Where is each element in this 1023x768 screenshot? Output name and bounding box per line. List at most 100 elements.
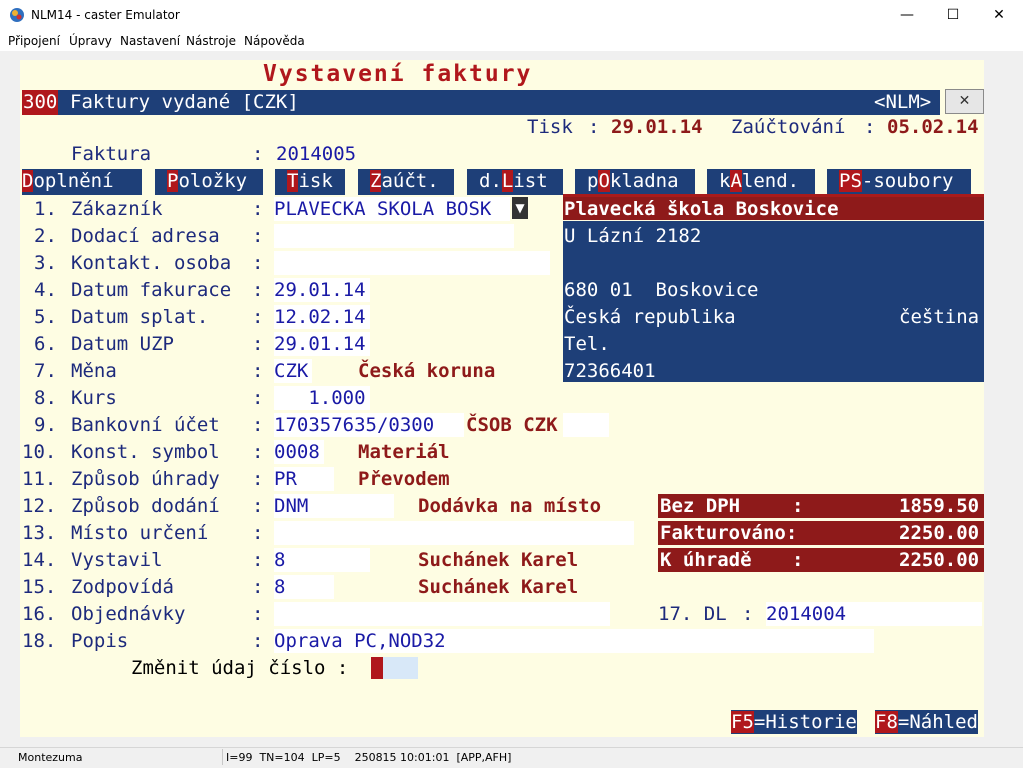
- field-num: 3.: [34, 252, 57, 274]
- menu-nastaveni[interactable]: Nastavení: [120, 34, 180, 48]
- tisk-date: 29.01.14: [611, 116, 703, 138]
- invoice-date-input[interactable]: 29.01.14: [274, 278, 370, 302]
- field-num: 7.: [34, 360, 57, 382]
- field-num: 1.: [34, 198, 57, 220]
- tisk-colon: :: [588, 116, 600, 138]
- vertical-scrollbar[interactable]: [1006, 51, 1023, 747]
- summary-label: Bez DPH: [660, 495, 741, 517]
- delivery-address-input[interactable]: [274, 224, 514, 248]
- nlm-tag: <NLM>: [874, 91, 932, 113]
- contact-person-input[interactable]: [274, 251, 550, 275]
- maximize-button[interactable]: ☐: [930, 0, 976, 30]
- customer-ico: 72366401: [564, 360, 656, 382]
- customer-input[interactable]: PLAVECKA SKOLA BOSK: [274, 197, 510, 221]
- tab-doplneni[interactable]: Doplnění: [22, 169, 142, 195]
- function-label: =Historie: [753, 711, 857, 733]
- field-colon: :: [252, 414, 264, 436]
- tab-label: aúčt.: [381, 170, 439, 192]
- field-num: 9.: [34, 414, 57, 436]
- zauctovani-colon: :: [864, 116, 876, 138]
- menu-napoveda[interactable]: Nápověda: [244, 34, 305, 48]
- field-value: DNM: [274, 495, 309, 517]
- field-value: 170357635/0300: [274, 414, 435, 436]
- tab-hotkey: L: [501, 170, 514, 192]
- faktura-label: Faktura: [71, 143, 152, 165]
- screen-close-button[interactable]: ✕: [945, 89, 984, 114]
- field-num: 15.: [22, 576, 57, 598]
- tab-polozky[interactable]: Položky: [155, 169, 263, 195]
- field-colon: :: [252, 387, 264, 409]
- tab-pokladna[interactable]: pOkladna: [575, 169, 695, 195]
- uzp-date-input[interactable]: 29.01.14: [274, 332, 370, 356]
- field-num: 6.: [34, 333, 57, 355]
- field-colon: :: [252, 198, 264, 220]
- faktura-number: 2014005: [276, 143, 357, 165]
- customer-language: čeština: [899, 306, 980, 328]
- tab-prefix: d.: [479, 170, 502, 192]
- constant-symbol-name: Materiál: [358, 441, 450, 463]
- tab-kalend[interactable]: kAlend.: [707, 169, 815, 195]
- destination-input[interactable]: [274, 521, 634, 545]
- field-colon: :: [252, 306, 264, 328]
- summary-value: 2250.00: [899, 522, 980, 544]
- tab-label: isk: [298, 170, 333, 192]
- tab-prefix: p: [587, 170, 599, 192]
- tab-label: oložky: [178, 170, 248, 192]
- tab-ps-soubory[interactable]: PS-soubory: [827, 169, 971, 195]
- close-window-button[interactable]: ✕: [976, 0, 1022, 30]
- customer-name: Plavecká škola Boskovice: [564, 198, 839, 220]
- due-date-input[interactable]: 12.02.14: [274, 305, 370, 329]
- field-num: 10.: [22, 441, 57, 463]
- status-divider: [222, 749, 223, 765]
- menu-pripojeni[interactable]: Připojení: [8, 34, 60, 48]
- tab-tisk[interactable]: Tisk: [275, 169, 345, 195]
- constant-symbol-input[interactable]: 0008: [274, 440, 324, 464]
- customer-tel: Tel.: [564, 333, 610, 355]
- field-label: Dodací adresa: [71, 225, 220, 247]
- menu-nastroje[interactable]: Nástroje: [186, 34, 236, 48]
- tab-dlist[interactable]: d.List: [467, 169, 563, 195]
- exchange-rate-input[interactable]: 1.000: [274, 386, 370, 410]
- field-colon: :: [252, 279, 264, 301]
- field-colon: :: [252, 225, 264, 247]
- dl-input[interactable]: 2014004: [766, 602, 982, 626]
- summary-label: K úhradě: [660, 549, 752, 571]
- field-value: 1.000: [274, 387, 366, 409]
- app-icon: [10, 8, 24, 22]
- field-num: 5.: [34, 306, 57, 328]
- f8-preview-button[interactable]: F8=Náhled: [875, 710, 978, 734]
- field-label: Zodpovídá: [71, 576, 174, 598]
- field-value: 29.01.14: [274, 279, 366, 301]
- menu-upravy[interactable]: Úpravy: [69, 34, 112, 48]
- description-input[interactable]: Oprava PC,NOD32: [274, 629, 874, 653]
- field-label: Datum splat.: [71, 306, 209, 328]
- field-colon: :: [252, 549, 264, 571]
- customer-dropdown-icon[interactable]: ▼: [512, 197, 528, 219]
- bank-account-input[interactable]: 170357635/0300: [274, 413, 464, 437]
- function-key: F8: [875, 711, 898, 733]
- customer-city: 680 01 Boskovice: [564, 279, 759, 301]
- tab-hotkey: Z: [370, 170, 382, 192]
- field-colon: :: [252, 630, 264, 652]
- currency-input[interactable]: CZK: [274, 359, 312, 383]
- bank-extra-input[interactable]: [563, 413, 609, 437]
- dl-colon: :: [742, 603, 754, 625]
- payment-method-input[interactable]: PR: [274, 467, 334, 491]
- field-num: 12.: [22, 495, 57, 517]
- issued-by-input[interactable]: 8: [274, 548, 370, 572]
- payment-method-name: Převodem: [358, 468, 450, 490]
- orders-input[interactable]: [274, 602, 610, 626]
- minimize-button[interactable]: —: [884, 0, 930, 30]
- tab-hotkey: P: [167, 170, 179, 192]
- tab-zauct[interactable]: Zaúčt.: [358, 169, 454, 195]
- tab-hotkey: O: [598, 170, 610, 192]
- change-number-input[interactable]: [383, 657, 418, 679]
- status-bar: [0, 747, 1023, 768]
- summary-value: 1859.50: [899, 495, 980, 517]
- summary-sep: :: [792, 549, 804, 571]
- field-value: 2014004: [766, 603, 847, 625]
- delivery-method-input[interactable]: DNM: [274, 494, 394, 518]
- currency-name: Česká koruna: [358, 360, 496, 382]
- responsible-input[interactable]: 8: [274, 575, 334, 599]
- f5-history-button[interactable]: F5=Historie: [731, 710, 857, 734]
